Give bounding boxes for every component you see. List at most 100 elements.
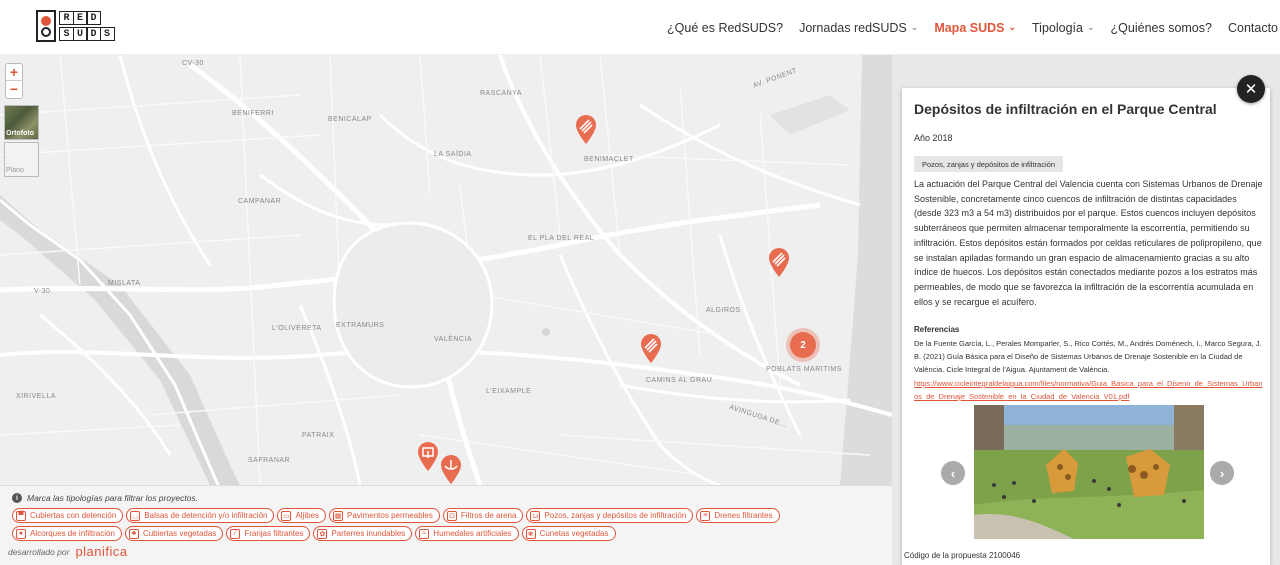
layer-plano-button[interactable]: Plano (4, 142, 39, 177)
project-marker-icon[interactable] (768, 248, 790, 278)
typology-filter-chip[interactable]: ◡ Balsas de detención y/o infiltración (126, 508, 275, 523)
logo-letter: S (99, 27, 115, 41)
typology-filter-chip[interactable]: ≡ Drenes filtrantes (696, 508, 780, 523)
map-label: POBLATS MARITIMS (766, 366, 842, 373)
project-photo[interactable] (974, 405, 1204, 539)
typology-filter-chip[interactable]: ✿ Parterres inundables (313, 526, 413, 541)
typology-filter-label: Humedales artificiales (433, 529, 512, 538)
logo-mark-icon (36, 10, 56, 42)
map-label: CAMINS AL GRAU (646, 377, 713, 384)
cistern-icon: ▭ (281, 510, 292, 521)
roof-detention-icon: ▀ (16, 510, 26, 521)
project-marker-icon[interactable] (575, 115, 597, 145)
project-marker-icon[interactable] (417, 442, 439, 472)
tree-pit-icon: ● (16, 528, 26, 539)
nav-item-jornadas[interactable]: Jornadas redSUDS ⌄ (799, 21, 918, 35)
app: R E D S U D S ¿Qué es RedSUDS? Jornadas … (0, 0, 1280, 565)
map-label: LA SAÏDIA (434, 151, 472, 158)
project-typology-tag[interactable]: Pozos, zanjas y depósitos de infiltració… (914, 156, 1063, 172)
map-label: SAFRANAR (248, 457, 291, 464)
map-canvas[interactable]: CV-30 RASCANYA BENIFERRI BENICALAP LA SA… (0, 55, 892, 485)
previous-photo-button[interactable]: ‹ (941, 461, 965, 485)
proposal-code: Código de la propuesta 2100046 (904, 551, 1021, 560)
credit-prefix: desarrollado por (8, 546, 70, 557)
basin-icon: ◡ (130, 510, 141, 521)
nav-label: ¿Quiénes somos? (1110, 20, 1212, 35)
map-label: CV-30 (182, 60, 204, 67)
nav-item-tipologia[interactable]: Tipología ⌄ (1032, 21, 1095, 35)
map-label: VALÈNCIA (434, 336, 473, 343)
map-label: EXTRAMURS (336, 322, 385, 329)
redsuds-logo[interactable]: R E D S U D S (36, 10, 122, 42)
chevron-down-icon: ⌄ (910, 22, 919, 32)
typology-filter-label: Parterres inundables (331, 529, 406, 538)
nav-label: Contacto (1227, 20, 1278, 35)
typology-filter-chip[interactable]: ≈ Humedales artificiales (415, 526, 519, 541)
swale-icon: ❀ (525, 528, 536, 539)
typology-filter-label: Pozos, zanjas y depósitos de infiltració… (544, 511, 687, 520)
map-label: BENIFERRI (232, 110, 274, 117)
project-panel: ✕ Depósitos de infiltración en el Parque… (892, 55, 1280, 565)
project-year: Año 2018 (914, 133, 953, 143)
site-header: R E D S U D S ¿Qué es RedSUDS? Jornadas … (0, 0, 1280, 55)
planifica-logo[interactable]: planifica (75, 544, 127, 559)
typology-filter-label: Filtros de arena (460, 511, 517, 520)
nav-item-mapa-suds[interactable]: Mapa SUDS ⌄ (934, 21, 1016, 35)
typology-filter-label: Cubiertas vegetadas (142, 529, 217, 538)
zoom-out-button[interactable]: − (6, 81, 22, 98)
layer-ortofoto-button[interactable]: Ortofoto (4, 105, 39, 140)
logo-wordmark: R E D S U D S (59, 11, 115, 41)
rain-garden-icon: ✿ (317, 528, 328, 539)
project-description: La actuación del Parque Central del Vale… (914, 179, 1263, 307)
typology-filter-chip[interactable]: ❀ Cunetas vegetadas (521, 526, 616, 541)
nav-label: Tipología (1032, 20, 1083, 35)
zoom-control: + − (5, 63, 23, 99)
typology-filter-chip[interactable]: ▭ Aljibes (277, 508, 327, 523)
infiltration-well-icon: ⊔ (530, 510, 541, 521)
nav-label: ¿Qué es RedSUDS? (667, 20, 784, 35)
credit: desarrollado por planifica (8, 544, 128, 559)
project-marker-icon[interactable] (640, 334, 662, 364)
map-label: XIRIVELLA (16, 393, 56, 400)
map-label: CAMPANAR (238, 198, 282, 205)
typology-filter-chip[interactable]: ⊔ Pozos, zanjas y depósitos de infiltraci… (526, 508, 694, 523)
filter-drain-icon: ≡ (700, 510, 711, 521)
project-card: Depósitos de infiltración en el Parque C… (902, 88, 1270, 565)
chevron-down-icon: ⌄ (1008, 22, 1017, 32)
typology-filter-chip[interactable]: ▀ Cubiertas con detención (12, 508, 124, 523)
map-label: PATRAIX (302, 432, 335, 439)
typology-filter-label: Cunetas vegetadas (539, 529, 609, 538)
main-nav: ¿Qué es RedSUDS? Jornadas redSUDS ⌄ Mapa … (667, 0, 1280, 55)
reference-citation: De la Fuente García, L., Perales Momparl… (914, 339, 1262, 374)
map-label: RASCANYA (480, 90, 522, 97)
typology-filter-chip[interactable]: ▦ Pavimentos permeables (329, 508, 440, 523)
marker-cluster[interactable]: 2 (790, 332, 816, 358)
green-roof-icon: ♣ (128, 528, 139, 539)
typology-filter-chip[interactable]: ⁄ Franjas filtrantes (226, 526, 311, 541)
next-photo-button[interactable]: › (1210, 461, 1234, 485)
legend-hint: i Marca las tipologías para filtrar los … (12, 493, 880, 503)
nav-item-que-es[interactable]: ¿Qué es RedSUDS? (667, 21, 783, 35)
typology-filter-chip[interactable]: ⊡ Filtros de arena (442, 508, 524, 523)
typology-filter-chip[interactable]: ● Alcorques de infiltración (12, 526, 122, 541)
nav-item-quienes-somos[interactable]: ¿Quiénes somos? (1111, 21, 1212, 35)
permeable-pavement-icon: ▦ (333, 510, 344, 521)
typology-filter-label: Pavimentos permeables (347, 511, 433, 520)
sand-filter-icon: ⊡ (446, 510, 457, 521)
map-label: L'OLIVERETA (272, 325, 322, 332)
typology-filter-chip[interactable]: ♣ Cubiertas vegetadas (124, 526, 224, 541)
typology-filter-label: Franjas filtrantes (244, 529, 304, 538)
references-heading: Referencias (914, 325, 960, 334)
typology-filter-label: Cubiertas con detención (30, 511, 117, 520)
close-panel-button[interactable]: ✕ (1237, 75, 1265, 103)
typology-filter-label: Drenes filtrantes (714, 511, 773, 520)
legend-hint-text: Marca las tipologías para filtrar los pr… (27, 493, 199, 503)
map-label: V-30 (34, 288, 51, 295)
nav-item-contacto[interactable]: Contacto (1228, 21, 1278, 35)
zoom-in-button[interactable]: + (6, 64, 22, 81)
nav-label: Mapa SUDS (934, 20, 1005, 35)
project-marker-icon[interactable] (440, 455, 462, 485)
typology-filter-label: Aljibes (295, 511, 320, 520)
map-label: EL PLA DEL REAL (528, 235, 595, 242)
reference-link[interactable]: https://www.cicleintegraldelaigua.com/fi… (914, 377, 1266, 403)
